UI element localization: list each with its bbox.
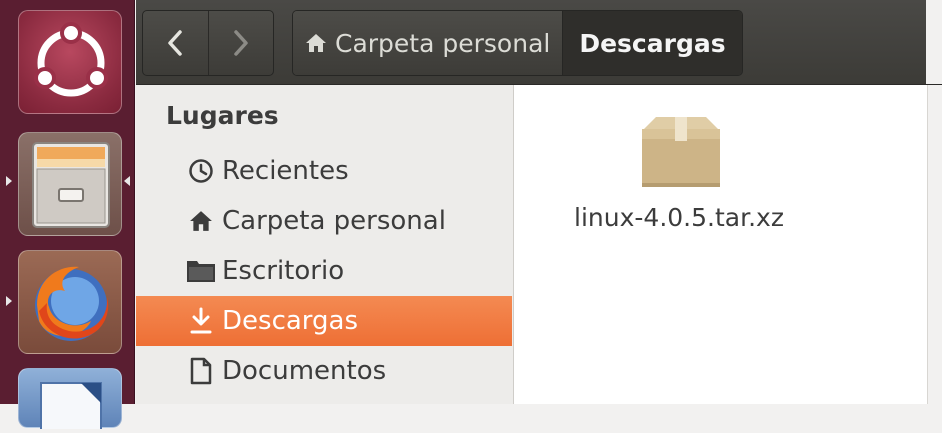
unity-launcher — [0, 0, 135, 433]
sidebar-item-label: Documentos — [222, 356, 387, 386]
sidebar-item-carpeta-personal[interactable]: Carpeta personal — [136, 196, 512, 246]
header-bar: Carpeta personal Descargas — [136, 0, 942, 85]
sidebar-item-recientes[interactable]: Recientes — [136, 146, 512, 196]
places-sidebar: Lugares Recientes Carpeta personal Escri… — [136, 85, 514, 404]
files-icon[interactable] — [18, 132, 122, 236]
forward-button[interactable] — [207, 11, 274, 75]
breadcrumb-home-label: Carpeta personal — [335, 28, 551, 58]
running-indicator — [6, 176, 12, 186]
sidebar-item-label: Descargas — [222, 306, 359, 336]
window-edge — [927, 85, 942, 404]
window-edge — [926, 0, 942, 84]
sidebar-heading: Lugares — [166, 101, 279, 130]
breadcrumb-home[interactable]: Carpeta personal — [293, 11, 563, 75]
sidebar-item-label: Recientes — [222, 156, 349, 186]
package-icon — [642, 117, 720, 187]
chevron-right-icon — [234, 30, 248, 56]
sidebar-item-label: Escritorio — [222, 256, 345, 286]
clock-icon — [184, 158, 218, 184]
breadcrumb: Carpeta personal Descargas — [292, 10, 743, 76]
download-icon — [184, 307, 218, 335]
file-name: linux-4.0.5.tar.xz — [574, 203, 784, 232]
file-view: linux-4.0.5.tar.xz — [514, 85, 928, 404]
chevron-left-icon — [168, 30, 182, 56]
folder-icon — [184, 258, 218, 284]
file-item[interactable]: linux-4.0.5.tar.xz — [554, 107, 804, 237]
firefox-icon[interactable] — [18, 250, 122, 354]
sidebar-item-descargas[interactable]: Descargas — [136, 296, 512, 346]
back-button[interactable] — [143, 11, 208, 75]
ubuntu-dash-icon[interactable] — [18, 10, 122, 114]
navigation-buttons — [142, 10, 274, 76]
document-icon — [184, 357, 218, 385]
sidebar-item-label: Carpeta personal — [222, 206, 446, 236]
sidebar-item-escritorio[interactable]: Escritorio — [136, 246, 512, 296]
breadcrumb-current-label: Descargas — [579, 28, 726, 58]
sidebar-item-documentos[interactable]: Documentos — [136, 346, 512, 396]
active-indicator — [124, 176, 130, 186]
home-icon — [184, 209, 218, 233]
home-icon — [305, 32, 327, 54]
running-indicator — [6, 296, 12, 306]
libreoffice-writer-icon[interactable] — [18, 368, 122, 433]
breadcrumb-current[interactable]: Descargas — [562, 11, 742, 75]
